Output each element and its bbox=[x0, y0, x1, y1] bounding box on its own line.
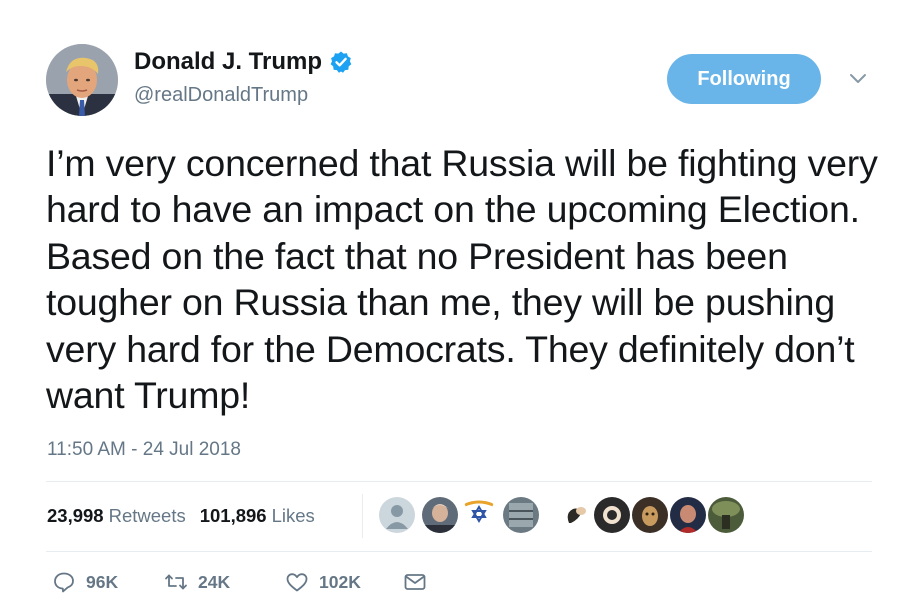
chevron-down-icon[interactable] bbox=[846, 66, 870, 90]
retweets-stat[interactable]: 23,998 Retweets bbox=[47, 505, 186, 527]
liker-avatar-default-icon[interactable] bbox=[379, 497, 415, 533]
author-avatar[interactable] bbox=[46, 44, 118, 116]
tweet-stats: 23,998 Retweets 101,896 Likes bbox=[47, 502, 315, 530]
divider bbox=[46, 551, 872, 552]
reply-count: 96K bbox=[86, 571, 119, 592]
direct-message-button[interactable] bbox=[403, 568, 427, 596]
retweet-icon bbox=[165, 574, 187, 590]
author-display-name[interactable]: Donald J. Trump bbox=[134, 48, 322, 76]
likes-stat[interactable]: 101,896 Likes bbox=[200, 505, 315, 527]
liker-avatar[interactable] bbox=[632, 497, 668, 533]
star-of-david-logo-icon[interactable] bbox=[461, 497, 497, 533]
author-handle[interactable]: @realDonaldTrump bbox=[134, 84, 308, 107]
like-button[interactable]: 102K bbox=[285, 568, 361, 596]
retweet-count: 24K bbox=[198, 571, 231, 592]
like-count: 102K bbox=[319, 571, 361, 592]
likes-count: 101,896 bbox=[199, 505, 267, 526]
liker-avatar[interactable] bbox=[559, 497, 595, 533]
tweet-timestamp[interactable]: 11:50 AM - 24 Jul 2018 bbox=[47, 439, 241, 461]
heart-icon bbox=[286, 573, 308, 592]
tweet-text: I’m very concerned that Russia will be f… bbox=[46, 142, 878, 417]
retweets-label: Retweets bbox=[108, 505, 186, 526]
likes-label: Likes bbox=[271, 505, 315, 526]
following-button[interactable]: Following bbox=[667, 54, 821, 104]
liker-avatar[interactable] bbox=[670, 497, 706, 533]
author-name-row: Donald J. Trump bbox=[134, 47, 353, 77]
reply-button[interactable]: 96K bbox=[52, 568, 118, 596]
liker-avatar[interactable] bbox=[708, 497, 744, 533]
liker-avatar[interactable] bbox=[422, 497, 458, 533]
liker-avatar[interactable] bbox=[594, 497, 630, 533]
reply-icon bbox=[54, 572, 74, 593]
envelope-icon bbox=[404, 574, 426, 590]
stats-separator bbox=[362, 494, 363, 538]
divider bbox=[46, 481, 872, 482]
liker-avatar[interactable] bbox=[503, 497, 539, 533]
retweets-count: 23,998 bbox=[47, 505, 104, 526]
verified-badge-icon bbox=[329, 50, 353, 74]
retweet-button[interactable]: 24K bbox=[164, 568, 230, 596]
